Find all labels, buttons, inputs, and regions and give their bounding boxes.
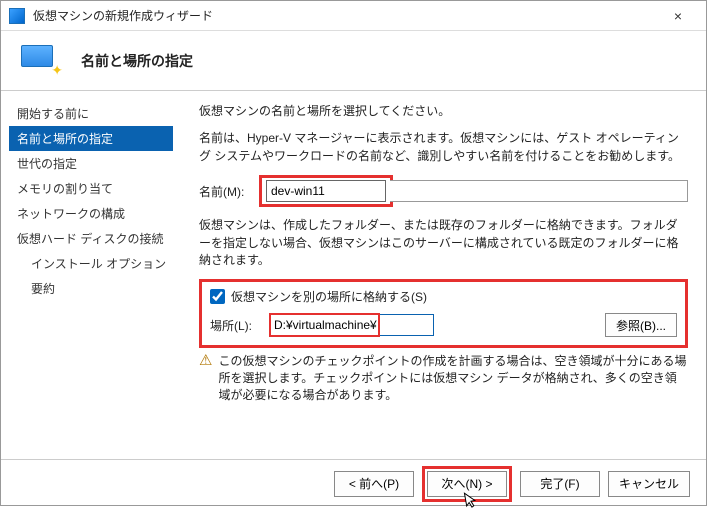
highlight-red-next: 次へ(N) > bbox=[422, 466, 512, 502]
intro-text-2: 名前は、Hyper-V マネージャーに表示されます。仮想マシンには、ゲスト オペ… bbox=[199, 130, 688, 165]
next-button[interactable]: 次へ(N) > bbox=[427, 471, 507, 497]
store-elsewhere-label: 仮想マシンを別の場所に格納する(S) bbox=[231, 288, 427, 305]
location-label: 場所(L): bbox=[210, 317, 265, 334]
step-memory[interactable]: メモリの割り当て bbox=[17, 176, 181, 201]
location-input[interactable] bbox=[269, 314, 434, 336]
location-row: 場所(L): D:¥virtualmachine¥ 参照(B)... bbox=[210, 313, 677, 337]
cancel-button[interactable]: キャンセル bbox=[608, 471, 690, 497]
finish-button[interactable]: 完了(F) bbox=[520, 471, 600, 497]
highlight-red-location-section: 仮想マシンを別の場所に格納する(S) 場所(L): D:¥virtualmach… bbox=[199, 279, 688, 348]
step-network[interactable]: ネットワークの構成 bbox=[17, 201, 181, 226]
name-label: 名前(M): bbox=[199, 183, 259, 200]
wizard-icon: ✦ bbox=[21, 45, 61, 77]
page-title: 名前と場所の指定 bbox=[81, 51, 193, 71]
name-input[interactable] bbox=[266, 180, 386, 202]
name-input-ext[interactable] bbox=[390, 180, 688, 202]
step-install-options[interactable]: インストール オプション bbox=[17, 251, 181, 276]
warning-icon bbox=[199, 352, 212, 370]
step-before-begin[interactable]: 開始する前に bbox=[17, 101, 181, 126]
store-elsewhere-row: 仮想マシンを別の場所に格納する(S) bbox=[210, 288, 677, 305]
location-input-wrap: D:¥virtualmachine¥ bbox=[269, 314, 601, 336]
wizard-header: ✦ 名前と場所の指定 bbox=[1, 31, 706, 91]
warning-text: この仮想マシンのチェックポイントの作成を計画する場合は、空き領域が十分にある場所… bbox=[218, 352, 688, 403]
wizard-steps: 開始する前に 名前と場所の指定 世代の指定 メモリの割り当て ネットワークの構成… bbox=[1, 91, 181, 459]
step-generation[interactable]: 世代の指定 bbox=[17, 151, 181, 176]
wizard-main: 仮想マシンの名前と場所を選択してください。 名前は、Hyper-V マネージャー… bbox=[181, 91, 706, 459]
step-summary[interactable]: 要約 bbox=[17, 276, 181, 301]
highlight-red-name bbox=[259, 175, 393, 207]
store-elsewhere-checkbox[interactable] bbox=[210, 289, 225, 304]
wizard-footer: < 前へ(P) 次へ(N) > 完了(F) キャンセル bbox=[1, 459, 706, 507]
location-desc-text: 仮想マシンは、作成したフォルダー、または既存のフォルダーに格納できます。フォルダ… bbox=[199, 217, 688, 269]
name-field-row: 名前(M): bbox=[199, 175, 688, 207]
prev-button[interactable]: < 前へ(P) bbox=[334, 471, 414, 497]
step-name-location[interactable]: 名前と場所の指定 bbox=[9, 126, 173, 151]
wizard-body: 開始する前に 名前と場所の指定 世代の指定 メモリの割り当て ネットワークの構成… bbox=[1, 91, 706, 459]
app-icon bbox=[9, 8, 25, 24]
intro-text-1: 仮想マシンの名前と場所を選択してください。 bbox=[199, 103, 688, 120]
step-vhd[interactable]: 仮想ハード ディスクの接続 bbox=[17, 226, 181, 251]
close-button[interactable]: × bbox=[658, 2, 698, 30]
titlebar: 仮想マシンの新規作成ウィザード × bbox=[1, 1, 706, 31]
browse-button[interactable]: 参照(B)... bbox=[605, 313, 677, 337]
warning-row: この仮想マシンのチェックポイントの作成を計画する場合は、空き領域が十分にある場所… bbox=[199, 352, 688, 403]
window-title: 仮想マシンの新規作成ウィザード bbox=[33, 7, 658, 24]
